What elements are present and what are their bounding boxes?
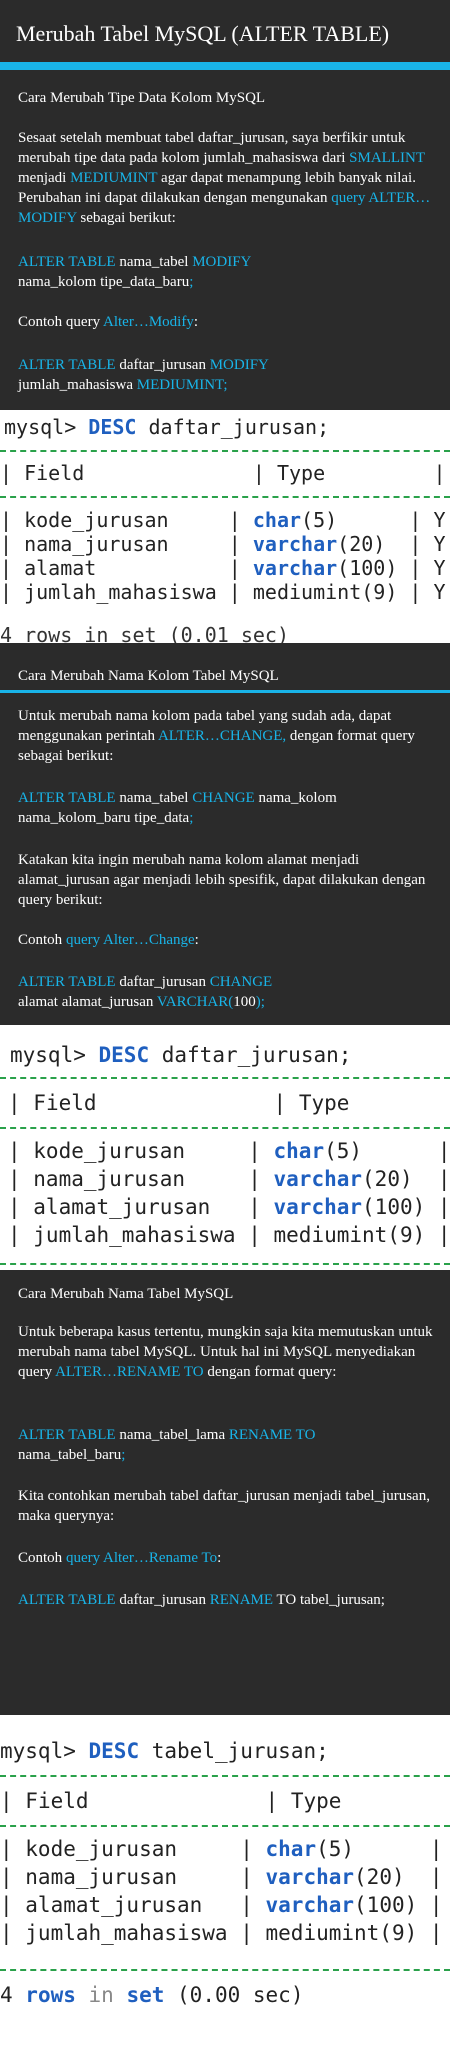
terminal-table-row: | jumlah_mahasiswa | mediumint(9) | [8,1223,450,1247]
highlighted-text: MEDIUMINT [70,170,158,186]
terminal-footer: 4 rows in set (0.01 sec) [0,623,289,643]
text-run: Contoh query [18,314,103,330]
section-title-modify: Cara Merubah Tipe Data Kolom MySQL [0,82,450,112]
terminal-output-2: mysql> DESC daftar_jurusan; | Field | Ty… [0,1025,450,1270]
text-run: daftar_jurusan [115,357,210,373]
text-run: alamat alamat_jurusan [18,994,157,1010]
terminal-table-row: | nama_jurusan | varchar(20) | [8,1167,450,1191]
text-run: nama_kolom [254,790,337,806]
text-run: : [194,932,199,948]
highlighted-text: query Alter…Change [65,932,195,948]
highlighted-text: Alter…Modify [103,314,194,330]
s2-paragraph-2: Katakan kita ingin merubah nama kolom al… [18,850,448,910]
highlighted-text: ALTER TABLE [18,1427,116,1443]
terminal-header-row: | Field | Type [8,1091,350,1115]
s3-syntax: ALTER TABLE nama_tabel_lama RENAME TO nam… [18,1425,448,1465]
s3-paragraph-2: Kita contohkan merubah tabel daftar_juru… [18,1486,448,1526]
text-run: : [193,314,198,330]
terminal-prompt: mysql> DESC tabel_jurusan; [0,1739,329,1763]
terminal-prompt: mysql> DESC daftar_jurusan; [10,1043,352,1067]
page-header: Merubah Tabel MySQL (ALTER TABLE) [0,0,450,70]
highlighted-text: ALTER TABLE [18,357,116,373]
text-run: nama_tabel_lama [115,1427,229,1443]
s3-example-query: ALTER TABLE daftar_jurusan RENAME TO tab… [18,1590,448,1610]
text-run: Contoh [18,932,66,948]
text-run: Contoh [18,1550,66,1566]
highlighted-text: ALTER…RENAME TO [55,1364,204,1380]
text-run: nama_tabel [115,254,193,270]
highlighted-text: VARCHAR( [156,994,234,1010]
s1-example-query: ALTER TABLE daftar_jurusan MODIFY jumlah_… [18,355,448,395]
highlighted-text: MODIFY [209,357,269,373]
text-run: 100 [233,994,256,1010]
s3-example-label: Contoh query Alter…Rename To: [18,1548,448,1568]
terminal-table-row: | kode_jurusan | char(5) | [8,1139,450,1163]
text-run: Sesaat setelah membuat tabel daftar_juru… [18,130,406,166]
highlighted-text: ); [255,994,265,1010]
terminal-table-row: | nama_jurusan | varchar(20) | Y [0,532,446,556]
section-title-change: Cara Merubah Nama Kolom Tabel MySQL [0,660,450,693]
text-run: Kita contohkan merubah tabel daftar_juru… [18,1488,430,1524]
s2-example-query: ALTER TABLE daftar_jurusan CHANGE alamat … [18,972,448,1012]
highlighted-text: ALTER TABLE [18,974,116,990]
terminal-table-row: | jumlah_mahasiswa | mediumint(9) | Y [0,580,446,604]
highlighted-text: CHANGE [209,974,273,990]
highlighted-text: ; [189,274,194,290]
highlighted-text: ALTER…CHANGE, [157,728,287,744]
terminal-output-3: mysql> DESC tabel_jurusan; | Field | Typ… [0,1715,450,2055]
terminal-table-row: | alamat_jurusan | varchar(100) | [0,1893,443,1917]
terminal-table-row: | nama_jurusan | varchar(20) | [0,1865,443,1889]
text-run: nama_kolom_baru tipe_data [18,810,190,826]
terminal-table-row: | kode_jurusan | char(5) | Y [0,508,446,532]
s2-paragraph: Untuk merubah nama kolom pada tabel yang… [18,706,448,766]
highlighted-text: RENAME [209,1592,274,1608]
terminal-table-row: | alamat | varchar(100) | Y [0,556,446,580]
terminal-table-row: | alamat_jurusan | varchar(100) | [8,1195,450,1219]
section-title-text: Cara Merubah Nama Kolom Tabel MySQL [18,668,279,684]
section-title-rename: Cara Merubah Nama Tabel MySQL [0,1278,450,1308]
terminal-table-row: | kode_jurusan | char(5) | [0,1837,443,1861]
text-run: sebagai berikut: [76,210,176,226]
text-run: : [217,1550,222,1566]
highlighted-text: ALTER TABLE [18,1592,116,1608]
highlighted-text: SMALLINT [349,150,425,166]
highlighted-text: ; [121,1447,126,1463]
terminal-prompt: mysql> DESC daftar_jurusan; [4,415,330,439]
text-run: menjadi [18,170,71,186]
text-run: jumlah_mahasiswa [18,377,137,393]
s2-syntax: ALTER TABLE nama_tabel CHANGE nama_kolom… [18,788,448,828]
s3-paragraph: Untuk beberapa kasus tertentu, mungkin s… [18,1322,448,1382]
highlighted-text: ALTER TABLE [18,790,116,806]
terminal-header-row: | Field | Type | N [0,461,450,485]
text-run: TO tabel_jurusan; [273,1592,385,1608]
highlighted-text: query Alter…Rename To [65,1550,218,1566]
highlighted-text: ALTER TABLE [18,254,116,270]
terminal-table-row: | jumlah_mahasiswa | mediumint(9) | [0,1921,443,1945]
text-run: nama_tabel [115,790,193,806]
terminal-footer: 4 rows in set (0.00 sec) [0,1983,304,2007]
section-title-text: Cara Merubah Nama Tabel MySQL [18,1286,234,1302]
text-run: dengan format query: [203,1364,337,1380]
page-title: Merubah Tabel MySQL (ALTER TABLE) [16,21,390,46]
highlighted-text: CHANGE [192,790,255,806]
text-run: Katakan kita ingin merubah nama kolom al… [18,852,426,908]
section-title-text: Cara Merubah Tipe Data Kolom MySQL [18,90,266,106]
terminal-header-row: | Field | Type [0,1789,342,1813]
highlighted-text: ; [189,810,194,826]
highlighted-text: MODIFY [192,254,252,270]
s1-paragraph: Sesaat setelah membuat tabel daftar_juru… [18,128,448,228]
highlighted-text: MEDIUMINT; [136,377,228,393]
s1-syntax: ALTER TABLE nama_tabel MODIFY nama_kolom … [18,252,448,292]
s1-example-label: Contoh query Alter…Modify: [18,312,448,332]
terminal-output-1: mysql> DESC daftar_jurusan; | Field | Ty… [0,410,450,643]
s2-example-label: Contoh query Alter…Change: [18,930,448,950]
text-run: nama_tabel_baru [18,1447,122,1463]
text-run: daftar_jurusan [115,974,210,990]
text-run: nama_kolom tipe_data_baru [18,274,190,290]
text-run: daftar_jurusan [115,1592,210,1608]
header-accent-bar [0,62,450,70]
highlighted-text: RENAME TO [228,1427,316,1443]
